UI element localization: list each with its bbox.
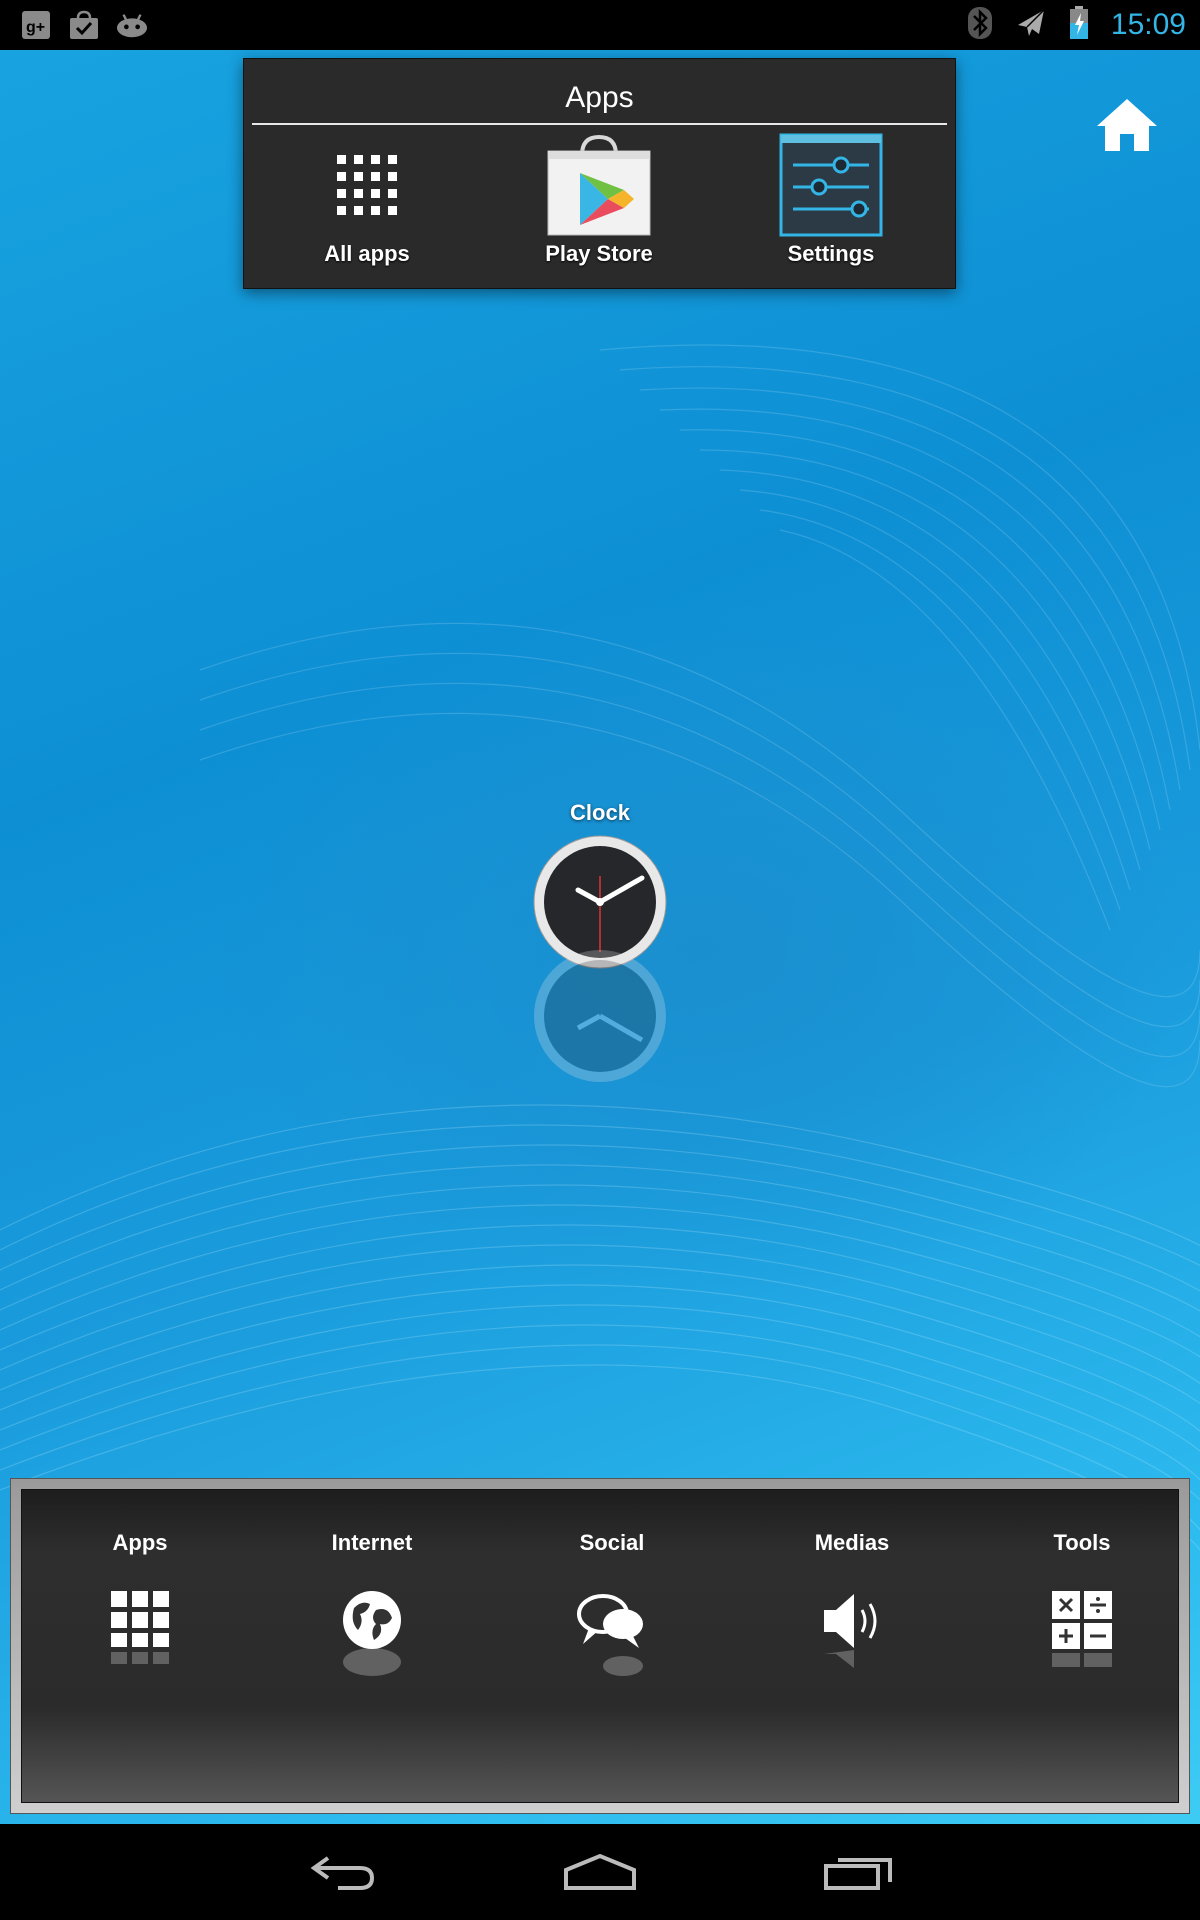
apps-folder-popup: Apps All apps Play Store Settings xyxy=(243,58,956,289)
dock-item-internet[interactable]: Internet xyxy=(272,1530,472,1730)
folder-item-all-apps[interactable]: All apps xyxy=(267,131,467,281)
clock-reflection xyxy=(532,948,668,1084)
settings-sliders-icon xyxy=(776,131,886,239)
grid-icon xyxy=(312,131,422,239)
dock-item-label: Medias xyxy=(814,1530,890,1555)
dock-item-tools[interactable]: Tools xyxy=(982,1530,1182,1730)
home-shortcut-icon[interactable] xyxy=(1094,96,1160,154)
bluetooth-icon xyxy=(967,6,993,44)
navigation-bar xyxy=(0,1824,1200,1920)
folder-item-settings[interactable]: Settings xyxy=(731,131,931,281)
dock-item-apps[interactable]: Apps xyxy=(40,1530,240,1730)
back-icon[interactable] xyxy=(293,1844,393,1900)
globe-icon xyxy=(332,1590,412,1690)
calculator-icon xyxy=(1042,1590,1122,1690)
speaker-icon xyxy=(812,1590,892,1690)
dock-panel: Apps Internet Social Medias Tools xyxy=(10,1478,1190,1814)
play-store-icon xyxy=(544,131,654,239)
dock-item-social[interactable]: Social xyxy=(512,1530,712,1730)
clock-label: Clock xyxy=(570,800,630,825)
shopping-bag-icon xyxy=(68,9,100,41)
grid-icon xyxy=(100,1590,180,1690)
battery-charging-icon xyxy=(1069,6,1089,44)
airplane-mode-icon xyxy=(1015,7,1047,43)
dock-item-medias[interactable]: Medias xyxy=(752,1530,952,1730)
dock-item-label: Social xyxy=(579,1530,645,1555)
dock-item-label: Internet xyxy=(331,1530,413,1555)
folder-item-label: All apps xyxy=(324,241,410,266)
recent-apps-icon[interactable] xyxy=(808,1844,908,1900)
folder-item-label: Play Store xyxy=(545,241,653,266)
dock-inner: Apps Internet Social Medias Tools xyxy=(21,1489,1179,1803)
folder-item-label: Settings xyxy=(787,241,875,266)
status-time: 15:09 xyxy=(1110,8,1186,41)
chat-bubbles-icon xyxy=(572,1590,652,1690)
folder-item-play-store[interactable]: Play Store xyxy=(499,131,699,281)
android-icon xyxy=(116,9,148,41)
status-bar: g+ 15:09 xyxy=(0,0,1200,50)
folder-title: Apps xyxy=(565,81,634,114)
google-plus-icon: g+ xyxy=(20,9,52,41)
folder-divider xyxy=(252,123,947,125)
dock-item-label: Tools xyxy=(1053,1530,1111,1555)
home-icon[interactable] xyxy=(550,1844,650,1900)
dock-item-label: Apps xyxy=(112,1530,168,1555)
svg-text:g+: g+ xyxy=(26,19,45,36)
